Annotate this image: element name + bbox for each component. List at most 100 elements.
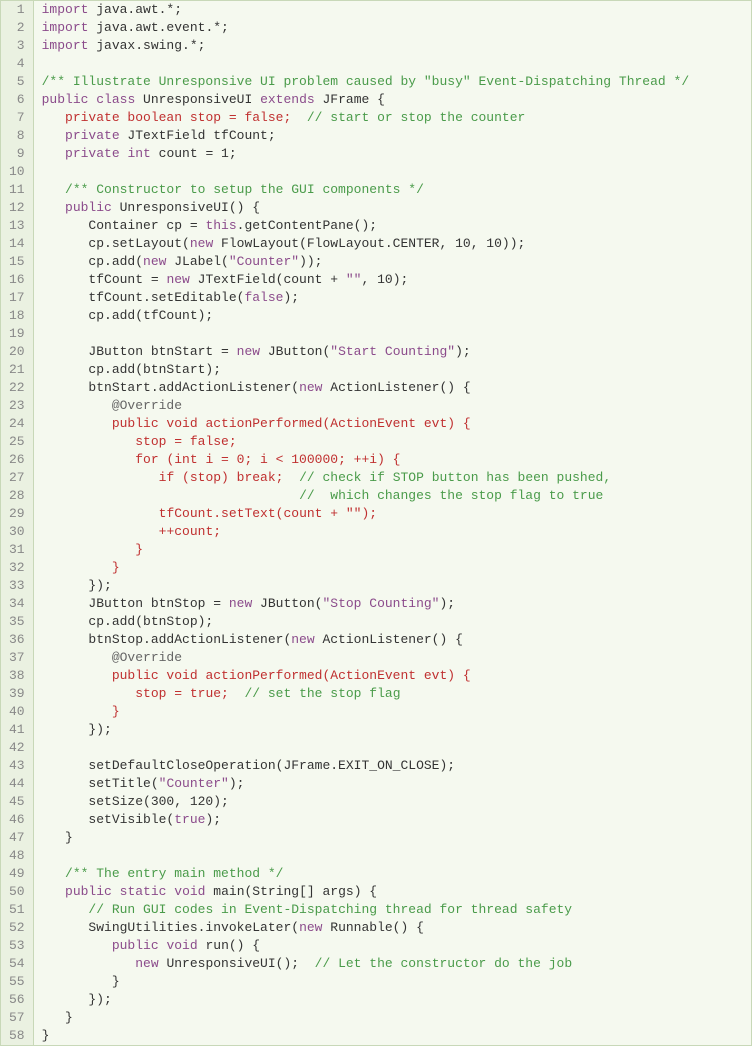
code-token bbox=[42, 164, 50, 179]
line-number: 23 bbox=[9, 397, 25, 415]
code-token: /** Illustrate Unresponsive UI problem c… bbox=[42, 74, 690, 89]
code-token: JButton btnStop = bbox=[42, 596, 229, 611]
code-line: cp.add(new JLabel("Counter")); bbox=[42, 253, 743, 271]
code-line: public class UnresponsiveUI extends JFra… bbox=[42, 91, 743, 109]
code-line: // which changes the stop flag to true bbox=[42, 487, 743, 505]
code-token: ActionListener() { bbox=[322, 380, 470, 395]
line-number: 54 bbox=[9, 955, 25, 973]
code-line: @Override bbox=[42, 649, 743, 667]
code-line: JButton btnStop = new JButton("Stop Coun… bbox=[42, 595, 743, 613]
code-line: cp.add(tfCount); bbox=[42, 307, 743, 325]
code-line: private int count = 1; bbox=[42, 145, 743, 163]
code-token: this bbox=[205, 218, 236, 233]
code-line: /** The entry main method */ bbox=[42, 865, 743, 883]
code-token: ); bbox=[455, 344, 471, 359]
line-number: 56 bbox=[9, 991, 25, 1009]
line-number: 18 bbox=[9, 307, 25, 325]
code-token bbox=[112, 884, 120, 899]
line-number: 28 bbox=[9, 487, 25, 505]
line-number: 41 bbox=[9, 721, 25, 739]
line-number: 14 bbox=[9, 235, 25, 253]
line-number: 32 bbox=[9, 559, 25, 577]
code-token bbox=[42, 956, 136, 971]
code-token: /** The entry main method */ bbox=[65, 866, 283, 881]
code-token bbox=[42, 326, 50, 341]
code-line: if (stop) break; // check if STOP button… bbox=[42, 469, 743, 487]
line-number: 16 bbox=[9, 271, 25, 289]
code-token: @Override bbox=[112, 650, 182, 665]
line-number: 34 bbox=[9, 595, 25, 613]
code-token bbox=[42, 848, 50, 863]
code-token: } bbox=[42, 1010, 73, 1025]
code-line: @Override bbox=[42, 397, 743, 415]
code-token: // Run GUI codes in Event-Dispatching th… bbox=[88, 902, 572, 917]
line-number: 26 bbox=[9, 451, 25, 469]
code-token: SwingUtilities.invokeLater( bbox=[42, 920, 299, 935]
code-token: false bbox=[244, 290, 283, 305]
code-line: }); bbox=[42, 577, 743, 595]
code-line: public void actionPerformed(ActionEvent … bbox=[42, 667, 743, 685]
code-token bbox=[42, 902, 89, 917]
line-number: 33 bbox=[9, 577, 25, 595]
code-line: tfCount = new JTextField(count + "", 10)… bbox=[42, 271, 743, 289]
code-line: }); bbox=[42, 991, 743, 1009]
line-number: 53 bbox=[9, 937, 25, 955]
line-number-gutter: 1234567891011121314151617181920212223242… bbox=[1, 1, 34, 1045]
code-line: import javax.swing.*; bbox=[42, 37, 743, 55]
code-token: /** Constructor to setup the GUI compone… bbox=[65, 182, 424, 197]
code-line: for (int i = 0; i < 100000; ++i) { bbox=[42, 451, 743, 469]
code-token bbox=[42, 650, 112, 665]
code-token bbox=[42, 452, 136, 467]
line-number: 51 bbox=[9, 901, 25, 919]
code-token: new bbox=[229, 596, 252, 611]
code-token: JButton btnStart = bbox=[42, 344, 237, 359]
code-token: import bbox=[42, 20, 89, 35]
code-line: setDefaultCloseOperation(JFrame.EXIT_ON_… bbox=[42, 757, 743, 775]
line-number: 43 bbox=[9, 757, 25, 775]
code-token: void bbox=[166, 938, 197, 953]
code-line: Container cp = this.getContentPane(); bbox=[42, 217, 743, 235]
code-token: tfCount.setEditable( bbox=[42, 290, 245, 305]
code-token: true bbox=[174, 812, 205, 827]
code-token: }); bbox=[42, 578, 112, 593]
line-number: 6 bbox=[9, 91, 25, 109]
code-token: } bbox=[112, 560, 120, 575]
code-line bbox=[42, 739, 743, 757]
code-token: } bbox=[135, 542, 143, 557]
code-token bbox=[42, 866, 65, 881]
code-token: cp.add( bbox=[42, 254, 143, 269]
code-token: main(String[] args) { bbox=[205, 884, 377, 899]
code-line: tfCount.setEditable(false); bbox=[42, 289, 743, 307]
code-token bbox=[42, 110, 65, 125]
code-token bbox=[42, 56, 50, 71]
code-token: "Stop Counting" bbox=[322, 596, 439, 611]
code-token: FlowLayout(FlowLayout.CENTER, 10, 10)); bbox=[213, 236, 525, 251]
code-token bbox=[42, 182, 65, 197]
code-container: 1234567891011121314151617181920212223242… bbox=[0, 0, 752, 1046]
code-token: new bbox=[291, 632, 314, 647]
code-token: public bbox=[42, 92, 89, 107]
code-token: stop = true; bbox=[135, 686, 229, 701]
code-line: } bbox=[42, 559, 743, 577]
code-token: // check if STOP button has been pushed, bbox=[299, 470, 611, 485]
code-token bbox=[42, 524, 159, 539]
code-token: public bbox=[112, 938, 159, 953]
code-token: new bbox=[135, 956, 158, 971]
code-token: tfCount = bbox=[42, 272, 167, 287]
code-token: cp.setLayout( bbox=[42, 236, 190, 251]
code-token: JButton( bbox=[252, 596, 322, 611]
code-token bbox=[42, 686, 136, 701]
code-line: public UnresponsiveUI() { bbox=[42, 199, 743, 217]
code-token: btnStop.addActionListener( bbox=[42, 632, 292, 647]
line-number: 40 bbox=[9, 703, 25, 721]
line-number: 49 bbox=[9, 865, 25, 883]
code-line: stop = true; // set the stop flag bbox=[42, 685, 743, 703]
code-token: UnresponsiveUI() { bbox=[112, 200, 260, 215]
line-number: 19 bbox=[9, 325, 25, 343]
code-token: JFrame { bbox=[315, 92, 385, 107]
code-token: @Override bbox=[112, 398, 182, 413]
code-token: "Counter" bbox=[159, 776, 229, 791]
code-line: btnStart.addActionListener(new ActionLis… bbox=[42, 379, 743, 397]
code-line bbox=[42, 163, 743, 181]
code-token: ); bbox=[283, 290, 299, 305]
